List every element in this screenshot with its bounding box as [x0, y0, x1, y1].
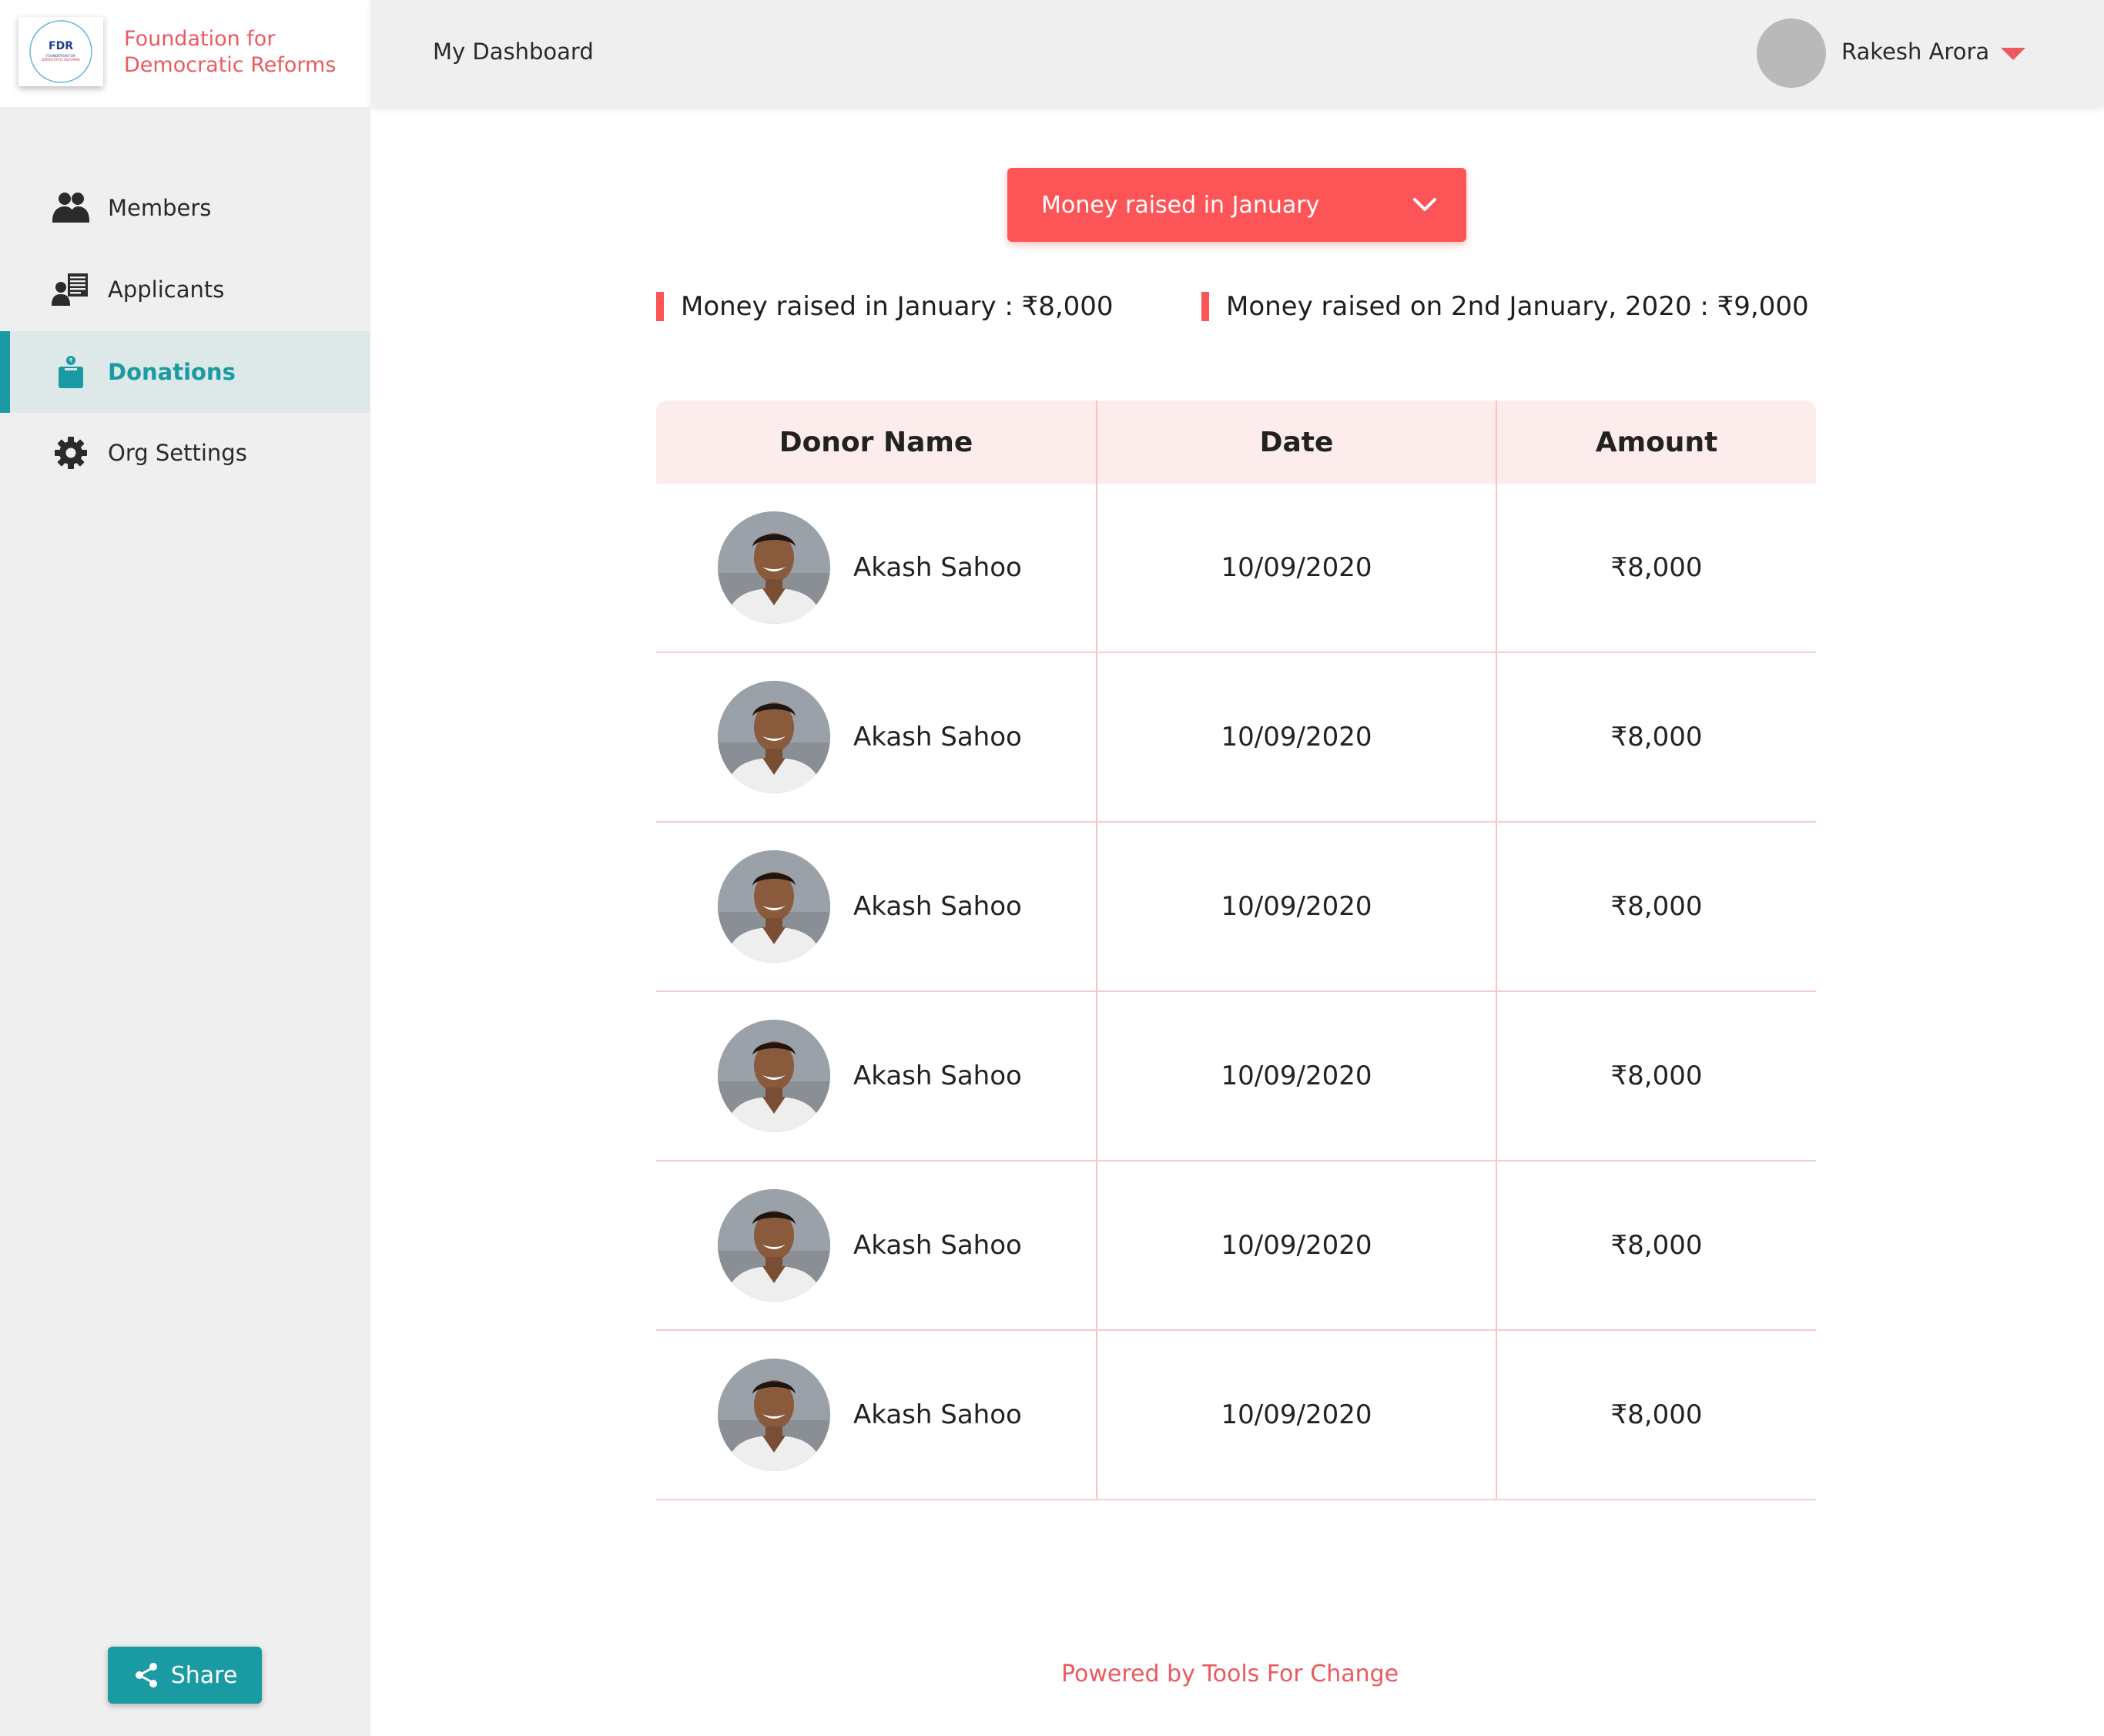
donor-cell: Akash Sahoo [656, 653, 1097, 821]
powered-by-link[interactable]: Powered by Tools For Change [1061, 1661, 1399, 1687]
stat-marker [1201, 292, 1209, 321]
donation-date: 10/09/2020 [1097, 484, 1497, 652]
table-row[interactable]: Akash Sahoo 10/09/2020 ₹8,000 [656, 992, 1816, 1161]
svg-text:₹: ₹ [69, 357, 72, 364]
donor-avatar [718, 681, 830, 793]
table-header: Donor Name Date Amount [656, 400, 1816, 484]
donor-name: Akash Sahoo [853, 722, 1022, 752]
brand-header: FDR FOUNDATION FOR DEMOCRATIC REFORMS Fo… [0, 0, 370, 107]
share-button[interactable]: Share [108, 1647, 262, 1704]
share-icon [135, 1663, 157, 1687]
gear-icon [49, 434, 92, 471]
month-filter-label: Money raised in January [1041, 191, 1320, 219]
donation-amount: ₹8,000 [1610, 1061, 1703, 1091]
donor-name: Akash Sahoo [853, 1061, 1022, 1091]
stat-text: Money raised on 2nd January, 2020 : ₹9,0… [1226, 291, 1809, 322]
donations-table: Donor Name Date Amount Akash Sahoo 10/09/… [656, 400, 1816, 1500]
table-row[interactable]: Akash Sahoo 10/09/2020 ₹8,000 [656, 484, 1816, 653]
donation-amount: ₹8,000 [1610, 891, 1703, 922]
table-row[interactable]: Akash Sahoo 10/09/2020 ₹8,000 [656, 823, 1816, 992]
table-row[interactable]: Akash Sahoo 10/09/2020 ₹8,000 [656, 1161, 1816, 1331]
svg-text:DEMOCRATIC REFORMS: DEMOCRATIC REFORMS [42, 58, 80, 62]
donations-icon: ₹ [49, 354, 92, 390]
svg-text:FDR: FDR [49, 40, 73, 52]
donor-name: Akash Sahoo [853, 1230, 1022, 1261]
donor-name: Akash Sahoo [853, 552, 1022, 583]
donor-avatar [718, 1020, 830, 1132]
brand-name-line1: Foundation for [124, 27, 276, 51]
sidebar-item-label: Applicants [108, 276, 225, 303]
stat-text: Money raised in January : ₹8,000 [681, 291, 1114, 322]
month-filter-dropdown[interactable]: Money raised in January [1007, 168, 1466, 242]
donation-date: 10/09/2020 [1097, 1331, 1497, 1499]
donor-cell: Akash Sahoo [656, 823, 1097, 990]
donation-amount: ₹8,000 [1610, 722, 1703, 752]
donation-date: 10/09/2020 [1097, 1161, 1497, 1329]
donor-cell: Akash Sahoo [656, 1161, 1097, 1329]
brand-name[interactable]: Foundation for Democratic Reforms [124, 26, 355, 79]
sidebar-item-donations[interactable]: ₹ Donations [0, 331, 370, 413]
donor-avatar [718, 1359, 830, 1471]
column-header-date: Date [1097, 400, 1497, 484]
donor-cell: Akash Sahoo [656, 1331, 1097, 1499]
donation-amount: ₹8,000 [1610, 552, 1703, 583]
members-icon [49, 189, 92, 226]
avatar[interactable] [1757, 18, 1826, 88]
donor-cell: Akash Sahoo [656, 484, 1097, 652]
sidebar-item-members[interactable]: Members [0, 167, 370, 249]
sidebar: FDR FOUNDATION FOR DEMOCRATIC REFORMS Fo… [0, 0, 370, 1736]
chevron-down-icon [1413, 198, 1436, 211]
sidebar-item-label: Org Settings [108, 440, 247, 466]
donor-avatar [718, 1189, 830, 1302]
donation-amount: ₹8,000 [1610, 1230, 1703, 1261]
donor-avatar [718, 511, 830, 624]
applicants-icon [49, 271, 92, 308]
table-body: Akash Sahoo 10/09/2020 ₹8,000 Akash Sahoo 1… [656, 484, 1816, 1500]
donation-amount: ₹8,000 [1610, 1399, 1703, 1430]
stat-marker [656, 292, 664, 321]
page-title[interactable]: My Dashboard [433, 39, 594, 65]
sidebar-item-label: Donations [108, 359, 236, 385]
column-header-donor-name: Donor Name [656, 400, 1097, 484]
caret-down-icon[interactable] [2001, 48, 2025, 60]
share-label: Share [170, 1661, 238, 1689]
donor-avatar [718, 850, 830, 963]
logo-emblem-icon: FDR FOUNDATION FOR DEMOCRATIC REFORMS [29, 20, 92, 83]
column-header-amount: Amount [1595, 426, 1718, 458]
fdr-logo[interactable]: FDR FOUNDATION FOR DEMOCRATIC REFORMS [18, 17, 103, 86]
brand-name-line2: Democratic Reforms [124, 53, 337, 77]
stat-monthly-total: Money raised in January : ₹8,000 [656, 290, 1114, 323]
top-header: My Dashboard Rakesh Arora [370, 0, 2104, 107]
stat-daily-total: Money raised on 2nd January, 2020 : ₹9,0… [1201, 290, 1809, 323]
donor-name: Akash Sahoo [853, 1399, 1022, 1430]
donor-cell: Akash Sahoo [656, 992, 1097, 1160]
sidebar-item-org-settings[interactable]: Org Settings [0, 412, 370, 494]
sidebar-item-label: Members [108, 195, 212, 221]
table-row[interactable]: Akash Sahoo 10/09/2020 ₹8,000 [656, 1331, 1816, 1500]
donation-date: 10/09/2020 [1097, 653, 1497, 821]
user-name[interactable]: Rakesh Arora [1841, 39, 1989, 65]
donation-date: 10/09/2020 [1097, 992, 1497, 1160]
donation-date: 10/09/2020 [1097, 823, 1497, 990]
donor-name: Akash Sahoo [853, 891, 1022, 922]
table-row[interactable]: Akash Sahoo 10/09/2020 ₹8,000 [656, 653, 1816, 823]
sidebar-item-applicants[interactable]: Applicants [0, 249, 370, 330]
